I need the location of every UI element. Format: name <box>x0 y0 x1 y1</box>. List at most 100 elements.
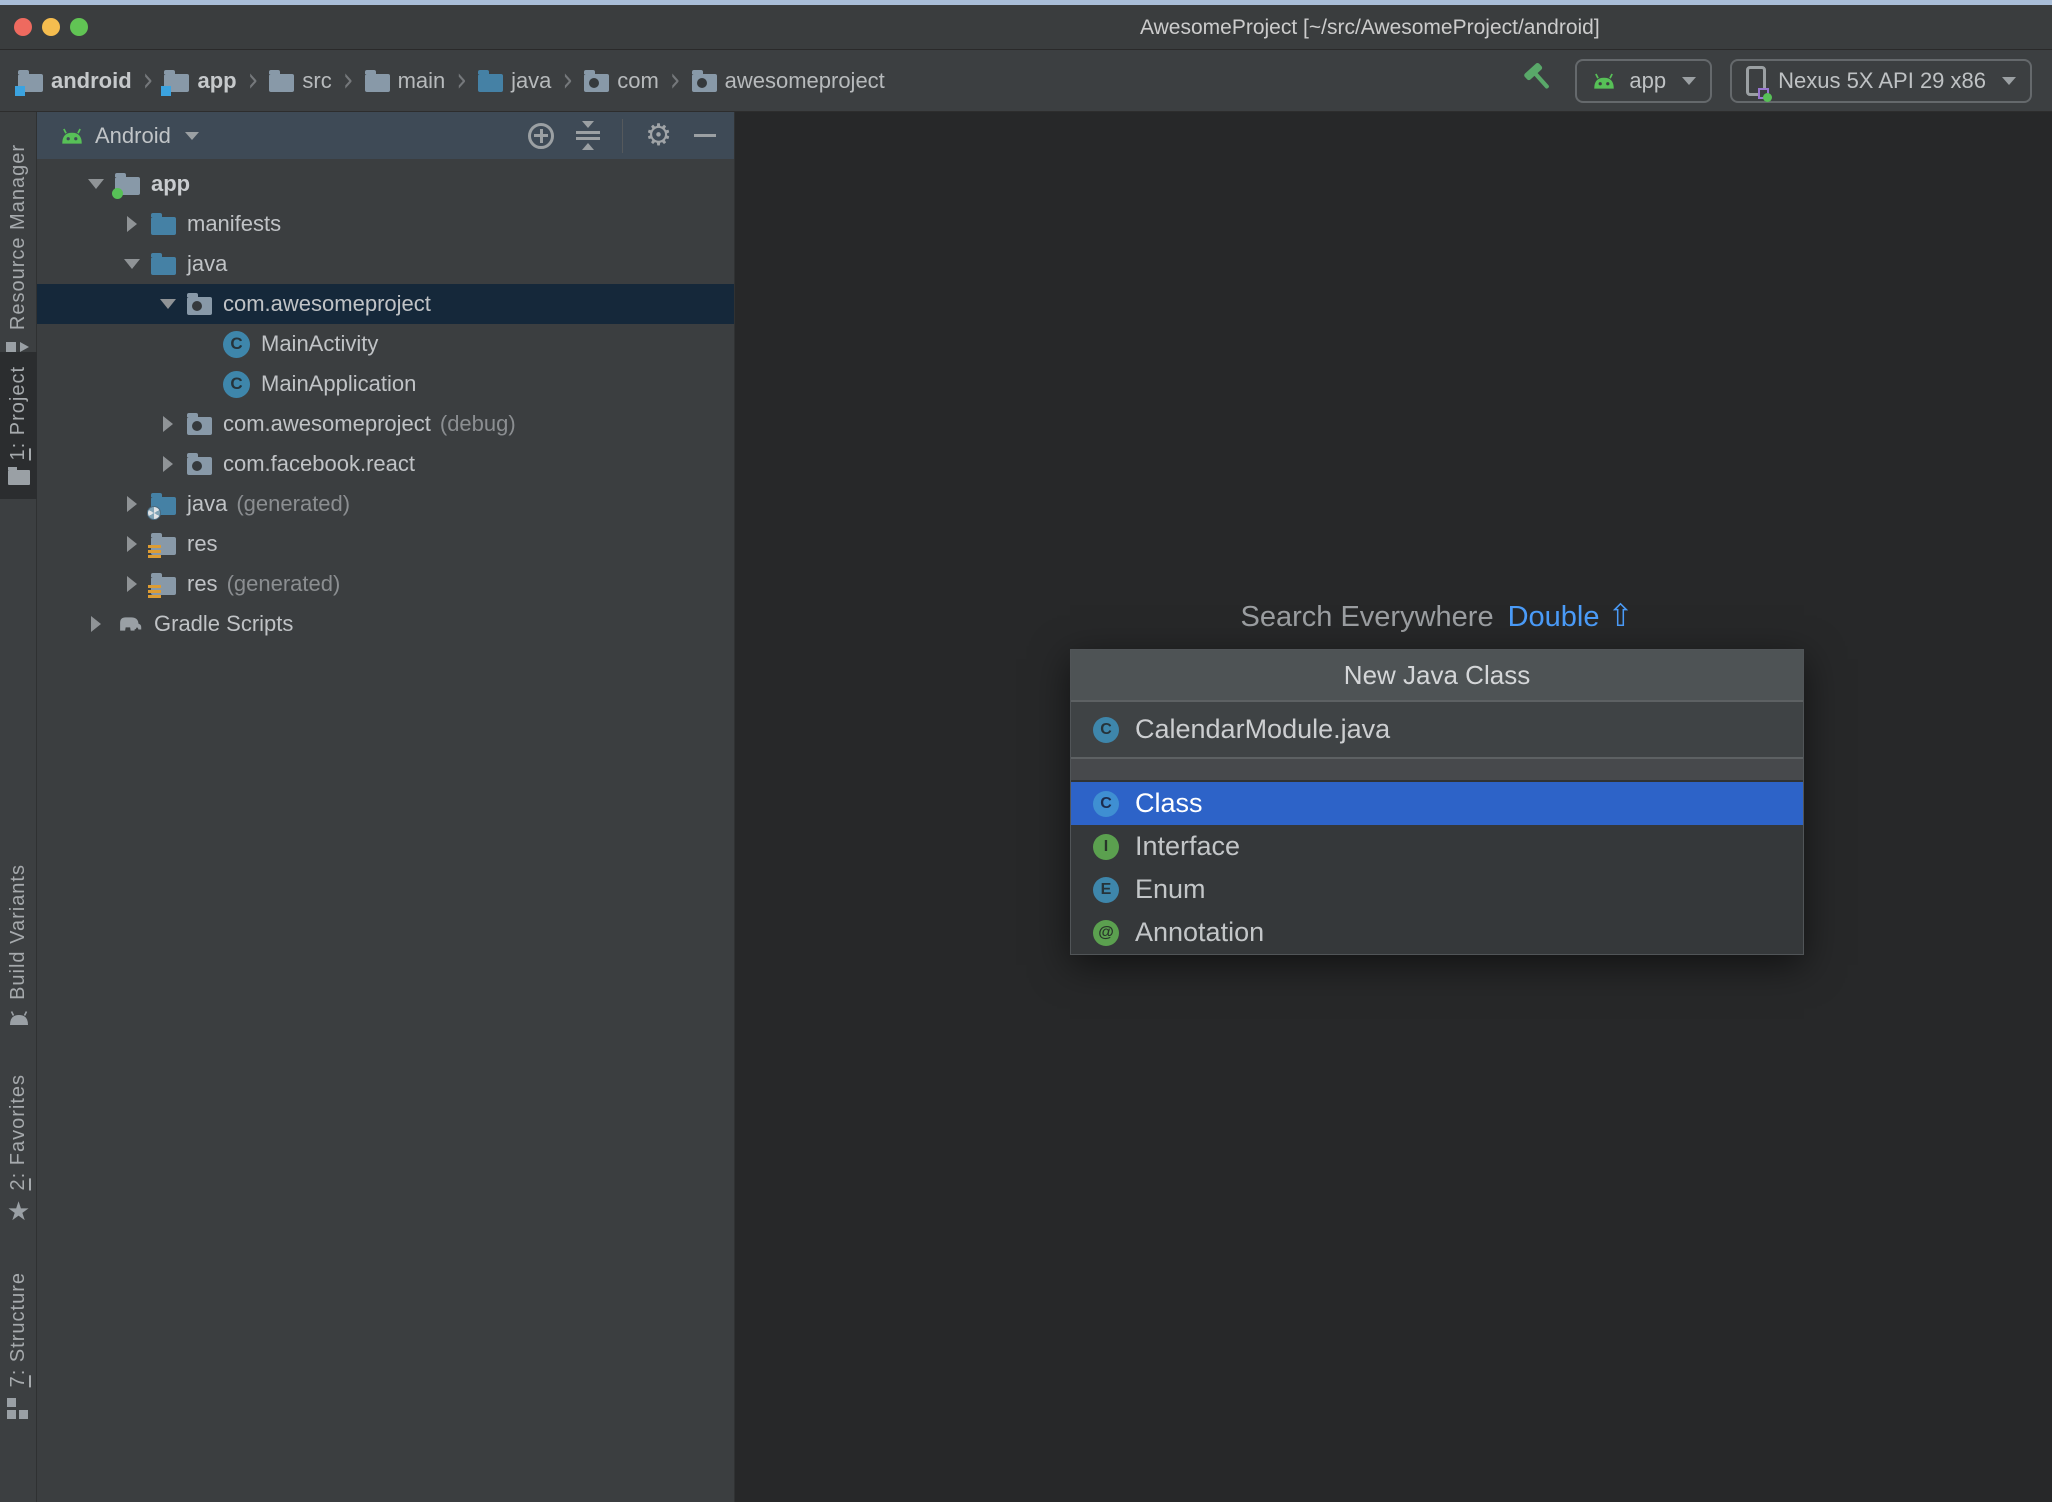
gradle-elephant-icon <box>120 617 142 631</box>
project-tool-window: Android ⚙ app manifests java com.awesome… <box>37 112 735 1502</box>
class-icon: C <box>1093 716 1119 743</box>
tool-window-structure[interactable]: 7: Structure <box>0 1272 37 1420</box>
tree-item-java-generated[interactable]: java (generated) <box>37 484 734 524</box>
package-icon <box>187 453 212 475</box>
breadcrumb: android › app › src › main › java › com … <box>15 61 1521 100</box>
class-icon: C <box>223 370 250 398</box>
enum-icon: E <box>1093 876 1119 903</box>
package-icon <box>691 69 717 92</box>
android-icon <box>1594 73 1615 89</box>
package-icon <box>187 413 212 435</box>
tool-window-resource-manager[interactable]: Resource Manager <box>0 144 37 366</box>
tree-item-mainactivity[interactable]: C MainActivity <box>37 324 734 364</box>
option-enum[interactable]: E Enum <box>1071 868 1803 911</box>
popup-title: New Java Class <box>1071 650 1803 702</box>
run-toolbar: app Nexus 5X API 29 x86 <box>1521 58 2032 103</box>
tree-item-suffix: (generated) <box>236 491 351 516</box>
tool-window-project[interactable]: 1: Project <box>0 352 37 500</box>
ide-window: AwesomeProject [~/src/AwesomeProject/and… <box>0 0 2052 1502</box>
tree-item-gradle-scripts[interactable]: Gradle Scripts <box>37 604 734 644</box>
project-view-selector[interactable]: Android <box>59 123 199 149</box>
favorites-label: 2: Favorites <box>7 1074 29 1191</box>
tool-window-favorites[interactable]: 2: Favorites ★ <box>0 1074 37 1228</box>
collapse-all-icon[interactable] <box>576 121 601 150</box>
tree-item-suffix: (debug) <box>439 411 516 436</box>
chevron-right-icon[interactable] <box>121 496 143 512</box>
chevron-right-icon[interactable] <box>157 456 179 472</box>
chevron-down-icon <box>2002 76 2016 85</box>
package-icon <box>187 293 212 315</box>
interface-icon: I <box>1093 833 1119 860</box>
tree-item-com-awesomeproject[interactable]: com.awesomeproject <box>37 284 734 324</box>
breadcrumb-separator: › <box>342 61 354 100</box>
tree-item-app[interactable]: app <box>37 164 734 204</box>
locate-file-icon[interactable] <box>528 122 555 149</box>
project-folder-icon <box>7 467 30 486</box>
header-divider <box>622 118 624 153</box>
navigation-bar: android › app › src › main › java › com … <box>0 50 2052 112</box>
module-folder-icon <box>112 173 140 199</box>
breadcrumb-item-src[interactable]: src <box>269 68 332 94</box>
project-label: 1: Project <box>7 366 29 461</box>
device-select[interactable]: Nexus 5X API 29 x86 <box>1730 58 2032 103</box>
annotation-icon: @ <box>1093 919 1119 946</box>
resource-manager-label: Resource Manager <box>7 144 29 331</box>
option-class[interactable]: C Class <box>1071 782 1803 825</box>
tree-item-java[interactable]: java <box>37 244 734 284</box>
star-icon: ★ <box>6 1197 31 1228</box>
class-icon: C <box>223 330 250 358</box>
run-configuration-label: app <box>1629 67 1667 93</box>
breadcrumb-item-java[interactable]: java <box>478 68 551 94</box>
tree-item-mainapplication[interactable]: C MainApplication <box>37 364 734 404</box>
breadcrumb-item-app[interactable]: app <box>161 68 237 96</box>
minimize-window-button[interactable] <box>42 18 60 36</box>
chevron-right-icon[interactable] <box>121 216 143 232</box>
popup-separator <box>1071 759 1803 782</box>
breadcrumb-item-android[interactable]: android <box>15 68 132 96</box>
traffic-lights <box>14 18 88 36</box>
breadcrumb-item-awesomeproject[interactable]: awesomeproject <box>691 68 885 94</box>
chevron-right-icon[interactable] <box>121 576 143 592</box>
breadcrumb-item-com[interactable]: com <box>584 68 659 94</box>
tree-item-manifests[interactable]: manifests <box>37 204 734 244</box>
new-java-class-popup: New Java Class C CalendarModule.java C C… <box>1070 649 1804 955</box>
chevron-down-icon[interactable] <box>157 299 179 309</box>
chevron-right-icon[interactable] <box>85 616 107 632</box>
structure-icon <box>6 1397 31 1420</box>
breadcrumb-separator: › <box>142 61 154 100</box>
tree-item-com-awesomeproject-debug[interactable]: com.awesomeproject (debug) <box>37 404 734 444</box>
chevron-right-icon[interactable] <box>157 416 179 432</box>
class-name-value: CalendarModule.java <box>1135 714 1391 744</box>
class-name-input[interactable]: C CalendarModule.java <box>1071 702 1803 759</box>
resource-folder-icon <box>148 573 176 595</box>
gear-icon[interactable]: ⚙ <box>645 120 672 151</box>
build-hammer-icon[interactable] <box>1521 60 1557 101</box>
tool-window-build-variants[interactable]: Build Variants <box>0 864 37 1026</box>
folder-icon <box>269 69 295 92</box>
folder-icon <box>364 69 390 92</box>
package-icon <box>584 69 610 92</box>
tree-item-res-generated[interactable]: res (generated) <box>37 564 734 604</box>
hide-panel-icon[interactable] <box>694 134 716 137</box>
option-interface[interactable]: I Interface <box>1071 825 1803 868</box>
breadcrumb-separator: › <box>562 61 574 100</box>
editor-area: Search Everywhere Double ⇧ New Java Class … <box>735 112 2052 1502</box>
breadcrumb-item-main[interactable]: main <box>364 68 445 94</box>
source-folder-icon <box>151 253 176 275</box>
tree-item-res[interactable]: res <box>37 524 734 564</box>
structure-label: 7: Structure <box>7 1272 29 1388</box>
build-variants-label: Build Variants <box>7 864 29 1000</box>
module-folder-icon <box>15 69 43 96</box>
chevron-down-icon[interactable] <box>85 179 107 189</box>
chevron-down-icon <box>184 131 199 140</box>
chevron-down-icon[interactable] <box>121 259 143 269</box>
tree-item-com-facebook-react[interactable]: com.facebook.react <box>37 444 734 484</box>
source-folder-icon <box>478 69 504 92</box>
run-configuration-select[interactable]: app <box>1575 58 1713 103</box>
chevron-right-icon[interactable] <box>121 536 143 552</box>
titlebar: AwesomeProject [~/src/AwesomeProject/and… <box>0 5 2052 50</box>
option-annotation[interactable]: @ Annotation <box>1071 911 1803 954</box>
maximize-window-button[interactable] <box>70 18 88 36</box>
project-tree: app manifests java com.awesomeproject C … <box>37 159 734 644</box>
close-window-button[interactable] <box>14 18 32 36</box>
